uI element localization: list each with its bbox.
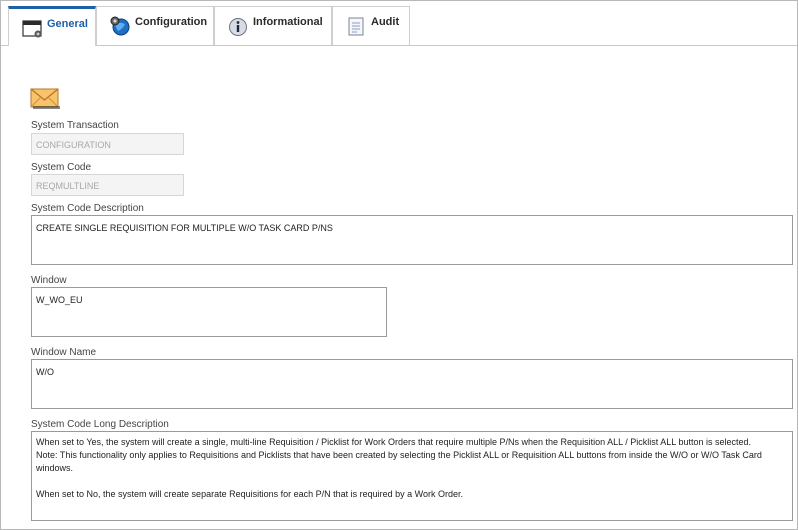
long-description-label: System Code Long Description: [31, 419, 169, 430]
system-code-label: System Code: [31, 162, 92, 173]
system-code-description-field[interactable]: CREATE SINGLE REQUISITION FOR MULTIPLE W…: [31, 215, 793, 265]
envelope-icon: [30, 87, 60, 114]
tab-bar: General Configuration Informational Audi…: [1, 1, 797, 46]
long-description-field[interactable]: When set to Yes, the system will create …: [31, 431, 793, 521]
tab-configuration[interactable]: Configuration: [96, 6, 214, 45]
window-icon: [21, 17, 43, 39]
tab-audit-label: Audit: [371, 16, 400, 28]
tab-general-label: General: [47, 17, 88, 30]
tab-general[interactable]: General: [8, 6, 96, 46]
window-label: Window: [31, 275, 67, 286]
long-description-line: Note: This functionality only applies to…: [36, 450, 762, 473]
long-description-line: When set to Yes, the system will create …: [36, 437, 751, 447]
system-code-field: REQMULTLINE: [31, 174, 184, 196]
system-code-description-label: System Code Description: [31, 203, 144, 214]
system-transaction-label: System Transaction: [31, 120, 119, 131]
info-icon: [227, 15, 249, 37]
window-field[interactable]: W_WO_EU: [31, 287, 387, 337]
tab-configuration-label: Configuration: [135, 16, 208, 28]
system-code-window: General Configuration Informational Audi…: [0, 0, 798, 530]
tab-audit[interactable]: Audit: [332, 6, 410, 45]
gear-globe-icon: [109, 15, 131, 37]
notepad-icon: [345, 15, 367, 37]
system-transaction-field: CONFIGURATION: [31, 133, 184, 155]
tab-informational-label: Informational: [253, 16, 323, 28]
general-panel: System Transaction CONFIGURATION System …: [1, 46, 797, 529]
tab-informational[interactable]: Informational: [214, 6, 332, 45]
window-name-field[interactable]: W/O: [31, 359, 793, 409]
long-description-line: When set to No, the system will create s…: [36, 489, 464, 499]
window-name-label: Window Name: [31, 347, 97, 358]
long-description-blank-line: [36, 475, 788, 488]
